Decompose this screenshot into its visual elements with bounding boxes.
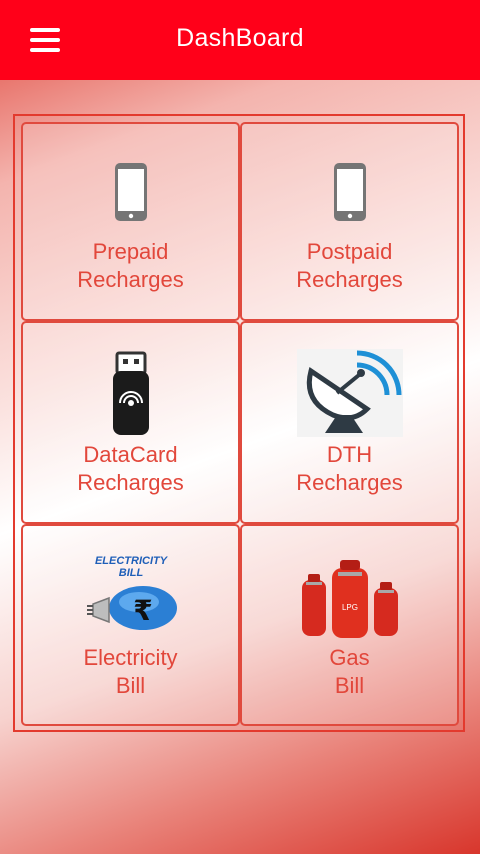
page-title: DashBoard — [176, 24, 304, 52]
gas-cylinders-icon: LPG — [301, 560, 398, 638]
usb-datacard-icon — [112, 351, 149, 435]
postpaid-recharges-tile[interactable]: Postpaid Recharges — [240, 122, 459, 321]
tile-label: DataCard Recharges — [77, 442, 184, 495]
svg-text:BILL: BILL — [118, 567, 143, 579]
electricity-bill-tile[interactable]: ELECTRICITY BILL ₹ Electricity Bill — [21, 524, 240, 726]
dth-recharges-tile[interactable]: DTH Recharges — [240, 321, 459, 524]
prepaid-recharges-tile[interactable]: Prepaid Recharges — [21, 122, 240, 321]
tile-label: Electricity Bill — [83, 645, 178, 698]
tile-label: Prepaid Recharges — [77, 239, 184, 292]
app-bar: DashBoard — [0, 0, 480, 80]
svg-text:₹: ₹ — [133, 594, 152, 627]
datacard-recharges-tile[interactable]: DataCard Recharges — [21, 321, 240, 524]
tile-label: Gas Bill — [329, 645, 370, 698]
electricity-bulb-icon: ELECTRICITY BILL ₹ — [86, 555, 177, 630]
svg-text:ELECTRICITY: ELECTRICITY — [94, 555, 168, 567]
tile-label: Postpaid Recharges — [296, 239, 403, 292]
mobile-phone-icon — [333, 163, 366, 221]
satellite-dish-icon — [296, 349, 403, 437]
tile-label: DTH Recharges — [296, 442, 403, 495]
svg-text:LPG: LPG — [341, 603, 357, 612]
mobile-phone-icon — [114, 163, 147, 221]
gas-bill-tile[interactable]: LPG Gas Bill — [240, 524, 459, 726]
